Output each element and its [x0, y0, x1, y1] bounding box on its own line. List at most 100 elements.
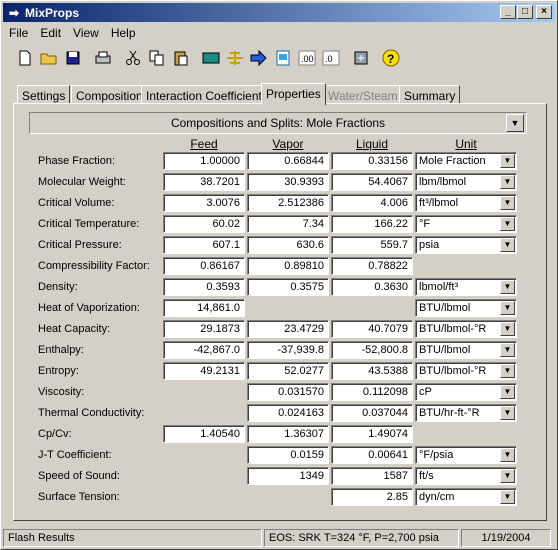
vapor-value-field[interactable]: 0.89810: [247, 257, 329, 275]
cut-icon[interactable]: [121, 47, 144, 69]
feed-value-field[interactable]: 1.00000: [163, 152, 245, 170]
chevron-down-icon[interactable]: ▼: [500, 238, 515, 252]
liquid-value-field[interactable]: 4.006: [331, 194, 413, 212]
feed-value-field[interactable]: 29.1873: [163, 320, 245, 338]
paste-icon[interactable]: [169, 47, 192, 69]
maximize-button[interactable]: □: [517, 5, 533, 19]
tab-settings[interactable]: Settings: [17, 85, 71, 104]
title-bar[interactable]: ➡ MixProps _ □ ×: [3, 3, 555, 22]
chevron-down-icon[interactable]: ▼: [500, 301, 515, 315]
chevron-down-icon[interactable]: ▼: [500, 448, 515, 462]
chevron-down-icon[interactable]: ▼: [500, 175, 515, 189]
vapor-value-field[interactable]: 0.031570: [247, 383, 329, 401]
number-format-2-icon[interactable]: .0: [319, 47, 342, 69]
feed-value-field[interactable]: -42,867.0: [163, 341, 245, 359]
calculator-icon[interactable]: [199, 47, 222, 69]
unit-select[interactable]: psia ▼: [415, 236, 517, 254]
feed-value-field[interactable]: 0.86167: [163, 257, 245, 275]
liquid-value-field[interactable]: 54.4067: [331, 173, 413, 191]
tab-water-steam[interactable]: Water/Steam: [323, 85, 403, 104]
chevron-down-icon[interactable]: ▼: [500, 364, 515, 378]
menu-edit[interactable]: Edit: [34, 26, 67, 40]
menu-view[interactable]: View: [67, 26, 105, 40]
menu-help[interactable]: Help: [105, 26, 142, 40]
liquid-value-field[interactable]: 1587: [331, 467, 413, 485]
menu-file[interactable]: File: [3, 26, 34, 40]
chevron-down-icon[interactable]: ▼: [500, 490, 515, 504]
liquid-value-field[interactable]: 1.49074: [331, 425, 413, 443]
chevron-down-icon[interactable]: ▼: [500, 406, 515, 420]
unit-select[interactable]: Mole Fraction ▼: [415, 152, 517, 170]
vapor-value-field[interactable]: 0.0159: [247, 446, 329, 464]
crosshair-icon[interactable]: [223, 47, 246, 69]
unit-select[interactable]: lbmol/ft³ ▼: [415, 278, 517, 296]
unit-select[interactable]: °F ▼: [415, 215, 517, 233]
liquid-value-field[interactable]: 40.7079: [331, 320, 413, 338]
unit-select[interactable]: dyn/cm ▼: [415, 488, 517, 506]
tab-interaction-coefficients[interactable]: Interaction Coefficients: [141, 85, 273, 104]
feed-value-field[interactable]: 14,861.0: [163, 299, 245, 317]
feed-value-field[interactable]: 3.0076: [163, 194, 245, 212]
liquid-value-field[interactable]: 0.3630: [331, 278, 413, 296]
new-file-icon[interactable]: [13, 47, 36, 69]
liquid-value-field[interactable]: 0.00641: [331, 446, 413, 464]
feed-value-field[interactable]: 607.1: [163, 236, 245, 254]
vapor-value-field[interactable]: 630.6: [247, 236, 329, 254]
liquid-value-field[interactable]: 43.5388: [331, 362, 413, 380]
chevron-down-icon[interactable]: ▼: [500, 280, 515, 294]
tab-summary[interactable]: Summary: [399, 85, 461, 104]
unit-select[interactable]: ft³/lbmol ▼: [415, 194, 517, 212]
vapor-value-field[interactable]: 1349: [247, 467, 329, 485]
chevron-down-icon[interactable]: ▼: [500, 154, 515, 168]
save-icon[interactable]: [61, 47, 84, 69]
feed-value-field[interactable]: 60.02: [163, 215, 245, 233]
liquid-value-field[interactable]: 0.112098: [331, 383, 413, 401]
liquid-value-field[interactable]: 0.78822: [331, 257, 413, 275]
vapor-value-field[interactable]: 1.36307: [247, 425, 329, 443]
minimize-button[interactable]: _: [500, 5, 516, 19]
unit-select[interactable]: BTU/hr-ft-°R ▼: [415, 404, 517, 422]
unit-select[interactable]: lbm/lbmol ▼: [415, 173, 517, 191]
liquid-value-field[interactable]: 2.85: [331, 488, 413, 506]
chevron-down-icon[interactable]: ▼: [506, 114, 524, 132]
open-folder-icon[interactable]: [37, 47, 60, 69]
feed-value-field[interactable]: 1.40540: [163, 425, 245, 443]
print-icon[interactable]: [91, 47, 114, 69]
chevron-down-icon[interactable]: ▼: [500, 385, 515, 399]
chevron-down-icon[interactable]: ▼: [500, 217, 515, 231]
liquid-value-field[interactable]: 166.22: [331, 215, 413, 233]
chevron-down-icon[interactable]: ▼: [500, 469, 515, 483]
chevron-down-icon[interactable]: ▼: [500, 322, 515, 336]
chevron-down-icon[interactable]: ▼: [500, 343, 515, 357]
unit-select[interactable]: °F/psia ▼: [415, 446, 517, 464]
composition-basis-select[interactable]: Compositions and Splits: Mole Fractions …: [29, 112, 527, 134]
page-icon[interactable]: [271, 47, 294, 69]
liquid-value-field[interactable]: -52,800.8: [331, 341, 413, 359]
vapor-value-field[interactable]: 0.66844: [247, 152, 329, 170]
feed-value-field[interactable]: 0.3593: [163, 278, 245, 296]
export-icon[interactable]: [349, 47, 372, 69]
liquid-value-field[interactable]: 0.037044: [331, 404, 413, 422]
arrow-right-icon[interactable]: [247, 47, 270, 69]
feed-value-field[interactable]: 38.7201: [163, 173, 245, 191]
vapor-value-field[interactable]: 30.9393: [247, 173, 329, 191]
liquid-value-field[interactable]: 0.33156: [331, 152, 413, 170]
feed-value-field[interactable]: 49.2131: [163, 362, 245, 380]
unit-select[interactable]: BTU/lbmol-°R ▼: [415, 320, 517, 338]
unit-select[interactable]: BTU/lbmol ▼: [415, 341, 517, 359]
vapor-value-field[interactable]: 0.024163: [247, 404, 329, 422]
vapor-value-field[interactable]: 52.0277: [247, 362, 329, 380]
number-format-icon[interactable]: .00: [295, 47, 318, 69]
tab-properties[interactable]: Properties: [261, 83, 326, 105]
copy-icon[interactable]: [145, 47, 168, 69]
vapor-value-field[interactable]: 0.3575: [247, 278, 329, 296]
unit-select[interactable]: BTU/lbmol ▼: [415, 299, 517, 317]
vapor-value-field[interactable]: 23.4729: [247, 320, 329, 338]
vapor-value-field[interactable]: -37,939.8: [247, 341, 329, 359]
unit-select[interactable]: ft/s ▼: [415, 467, 517, 485]
chevron-down-icon[interactable]: ▼: [500, 196, 515, 210]
vapor-value-field[interactable]: 7.34: [247, 215, 329, 233]
unit-select[interactable]: cP ▼: [415, 383, 517, 401]
vapor-value-field[interactable]: 2.512386: [247, 194, 329, 212]
help-icon[interactable]: ?: [379, 47, 402, 69]
